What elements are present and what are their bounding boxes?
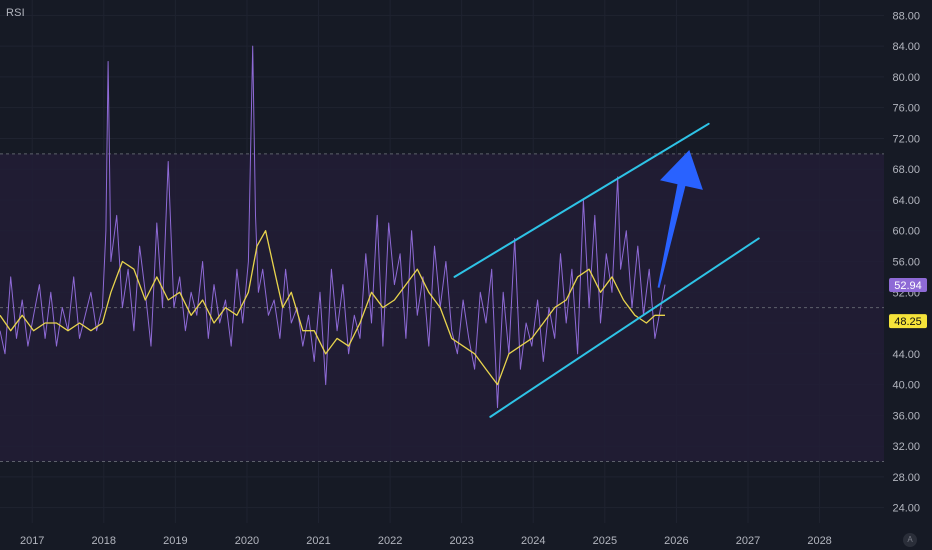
- y-tick-label: 36.00: [892, 410, 920, 422]
- x-tick-label: 2020: [235, 535, 259, 547]
- x-tick-label: 2024: [521, 535, 545, 547]
- y-tick-label: 84.00: [892, 41, 920, 53]
- auto-scale-icon[interactable]: A: [903, 533, 917, 547]
- y-tick-label: 68.00: [892, 164, 920, 176]
- y-tick-label: 32.00: [892, 441, 920, 453]
- y-tick-label: 80.00: [892, 72, 920, 84]
- x-tick-label: 2025: [593, 535, 617, 547]
- x-tick-label: 2019: [163, 535, 187, 547]
- price-axis[interactable]: 24.0028.0032.0036.0040.0044.0048.0052.00…: [892, 10, 920, 514]
- y-tick-label: 56.00: [892, 257, 920, 269]
- x-tick-label: 2018: [92, 535, 116, 547]
- y-tick-label: 88.00: [892, 10, 920, 22]
- y-tick-label: 40.00: [892, 380, 920, 392]
- x-tick-label: 2028: [807, 535, 831, 547]
- y-tick-label: 44.00: [892, 349, 920, 361]
- x-tick-label: 2026: [664, 535, 688, 547]
- y-tick-label: 64.00: [892, 195, 920, 207]
- y-tick-label: 76.00: [892, 103, 920, 115]
- rsi-chart[interactable]: 24.0028.0032.0036.0040.0044.0048.0052.00…: [0, 0, 932, 550]
- x-tick-label: 2017: [20, 535, 44, 547]
- last-value-badges: 52.94 48.25: [889, 278, 927, 329]
- x-tick-label: 2023: [449, 535, 473, 547]
- x-tick-label: 2022: [378, 535, 402, 547]
- rsi-last-value-badge-text: 52.94: [894, 280, 922, 292]
- indicator-title[interactable]: RSI: [6, 7, 25, 19]
- x-tick-label: 2027: [736, 535, 760, 547]
- y-tick-label: 60.00: [892, 226, 920, 238]
- y-tick-label: 72.00: [892, 133, 920, 145]
- y-tick-label: 24.00: [892, 503, 920, 515]
- rsi-bands: [0, 153, 884, 462]
- y-tick-label: 28.00: [892, 472, 920, 484]
- x-tick-label: 2021: [306, 535, 330, 547]
- time-axis[interactable]: 2017 2018 2019 2020 2021 2022 2023 2024 2025 2026…: [20, 535, 832, 547]
- ma-last-value-badge-text: 48.25: [894, 316, 922, 328]
